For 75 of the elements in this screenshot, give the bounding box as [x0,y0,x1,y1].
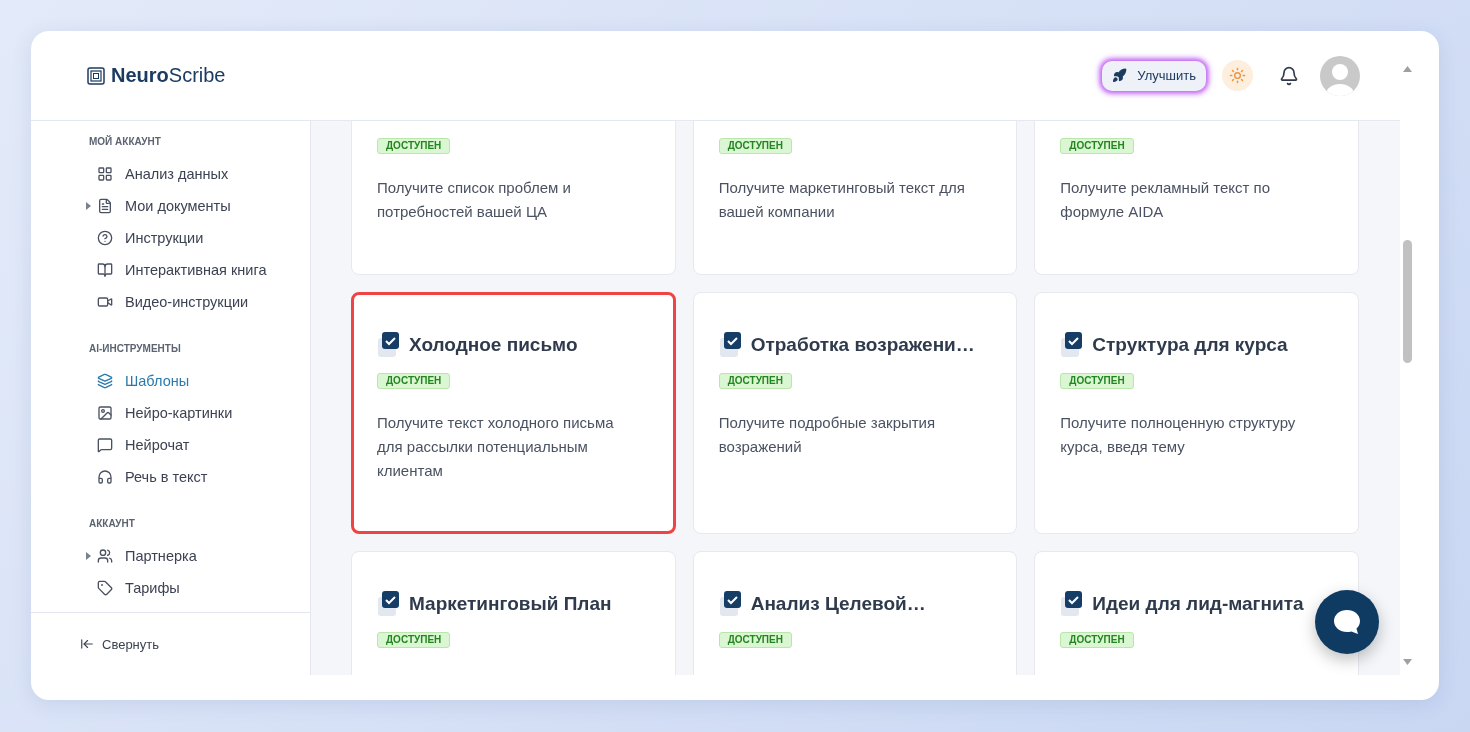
status-badge: ДОСТУПЕН [718,138,792,154]
card-description: Получите текст холодного письма для рассылки потенциальным клиентам [377,413,615,481]
tag-icon [97,580,113,596]
status-badge: ДОСТУПЕН [1060,138,1134,154]
template-card[interactable]: ДОСТУПЕН Получите маркетинговый текст для вашей компании [692,121,1018,275]
sun-icon [1229,67,1246,84]
checkbox-icon [377,590,401,618]
document-icon [97,198,113,214]
logo-text: NeuroScribe [111,64,226,87]
card-title: Холодное письмо [409,334,578,356]
card-title: Отработка возражени… [750,334,975,356]
template-card[interactable]: Структура для курса ДОСТУПЕН Получите полноценную структуру курса, введя тему [1034,292,1359,534]
checkbox-icon [377,331,401,359]
collapse-icon [80,637,94,651]
rocket-icon [1112,68,1128,83]
card-title: Структура для курса [1092,334,1288,356]
status-badge: ДОСТУПЕН [377,373,451,389]
users-icon [97,548,113,564]
sidebar-item[interactable]: Мои документы [31,190,310,222]
template-card[interactable]: Маркетинговый План ДОСТУПЕН [351,551,676,675]
card-description: Получите подробные закрытия возражений [718,413,937,457]
sidebar-item[interactable]: Нейрочат [31,429,310,461]
scroll-down-icon[interactable] [1403,659,1412,665]
theme-toggle-button[interactable] [1222,60,1253,91]
avatar[interactable] [1320,55,1360,96]
checkbox-icon [718,590,743,618]
card-description: Получите список проблем и потребностей вашей ЦА [377,178,572,222]
status-badge: ДОСТУПЕН [1060,632,1134,648]
template-card[interactable]: ДОСТУПЕН Получите список проблем и потребностей вашей ЦА [351,121,676,275]
template-card[interactable]: ДОСТУПЕН Получите рекламный текст по формуле AIDA [1034,121,1359,275]
logo-icon [87,66,105,85]
scroll-up-icon[interactable] [1403,66,1412,72]
card-description: Получите полноценную структуру курса, введя тему [1060,413,1297,457]
grid-icon [97,166,113,182]
sidebar-item[interactable]: Интерактивная книга [31,254,310,286]
layers-icon [97,373,113,389]
card-title: Анализ Целевой… [750,593,926,615]
card-title: Идеи для лид-магнита [1092,593,1304,615]
template-card[interactable]: Идеи для лид-магнита ДОСТУПЕН [1034,551,1359,675]
sidebar-item[interactable]: Инструкции [31,222,310,254]
book-icon [97,262,113,278]
section-label: МОЙ АККАУНТ [88,135,162,149]
image-icon [97,405,113,421]
card-title: Маркетинговый План [409,593,612,615]
template-card[interactable]: Отработка возражени… ДОСТУПЕН Получите подробные закрытия возражений [692,292,1018,534]
chat-bubble-icon [1332,608,1362,636]
sidebar-item[interactable]: Нейро-картинки [31,397,310,429]
status-badge: ДОСТУПЕН [1060,373,1134,389]
scrollbar-thumb[interactable] [1403,240,1412,363]
help-icon [97,230,113,246]
status-badge: ДОСТУПЕН [718,632,792,648]
video-camera-icon [97,294,113,310]
sidebar-item[interactable]: Партнерка [31,540,310,572]
bell-icon[interactable] [1279,65,1299,86]
chat-icon [97,437,113,453]
checkbox-icon [718,331,743,359]
card-description: Получите рекламный текст по формуле AIDA [1060,178,1271,222]
sidebar-item[interactable]: Анализ данных [31,158,310,190]
sidebar-item[interactable]: Тарифы [31,572,310,604]
headphones-icon [97,469,113,485]
status-badge: ДОСТУПЕН [377,632,451,648]
checkbox-icon [1060,331,1085,359]
template-card[interactable]: Холодное письмо ДОСТУПЕН Получите текст холодного письма для рассылки потенциальным клиентам [351,292,676,534]
sidebar-item[interactable]: Видео-инструкции [31,286,310,318]
collapse-button[interactable]: Свернуть [80,636,159,652]
section-label: АККАУНТ [88,517,136,531]
sidebar-item[interactable]: Речь в текст [31,461,310,493]
sidebar-item[interactable]: Шаблоны [31,365,310,397]
status-badge: ДОСТУПЕН [377,138,451,154]
card-description: Получите маркетинговый текст для вашей компании [718,178,966,222]
section-label: AI-ИНСТРУМЕНТЫ [88,342,182,356]
checkbox-icon [1060,590,1085,618]
template-card[interactable]: Анализ Целевой… ДОСТУПЕН [692,551,1018,675]
status-badge: ДОСТУПЕН [718,373,792,389]
upgrade-button[interactable]: Улучшить [1102,60,1206,91]
